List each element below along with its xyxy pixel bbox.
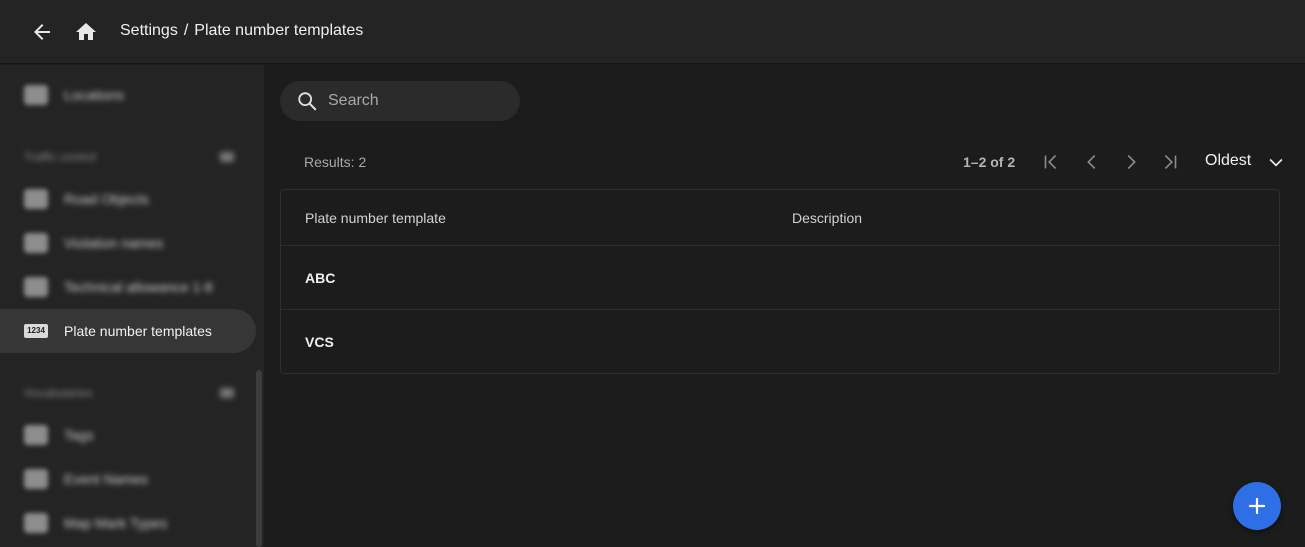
table-row[interactable]: VCS [281, 310, 1279, 374]
pagination-range: 1–2 of 2 [963, 154, 1016, 170]
violation-icon [24, 233, 48, 253]
search-icon [296, 90, 318, 112]
sidebar-item-label: Locations [64, 87, 124, 103]
sidebar-scrollbar[interactable] [256, 370, 262, 547]
sidebar-item-label: Tags [64, 427, 94, 443]
sidebar-item-tags[interactable]: Tags [0, 413, 256, 457]
sidebar-item-map-mark-types[interactable]: Map Mark Types [0, 501, 256, 545]
sidebar: Locations Traffic control Road Objects V… [0, 65, 264, 547]
sidebar-item-technical-allowance[interactable]: Technical allowance 1‑8 [0, 265, 256, 309]
sidebar-item-label: Plate number templates [64, 323, 212, 339]
breadcrumb-separator: / [183, 22, 189, 39]
sidebar-item-violation-names[interactable]: Violation names [0, 221, 256, 265]
sidebar-item-label: Violation names [64, 235, 164, 251]
table-header: Plate number template Description [281, 190, 1279, 246]
column-header-description[interactable]: Description [792, 210, 862, 226]
allowance-icon [24, 277, 48, 297]
sidebar-item-label: Map Mark Types [64, 515, 168, 531]
sidebar-item-plate-number-templates[interactable]: 1234 Plate number templates [0, 309, 256, 353]
chevron-up-icon[interactable] [220, 152, 234, 162]
sidebar-item-label: Event Names [64, 471, 149, 487]
last-page-icon[interactable] [1159, 151, 1181, 173]
event-icon [24, 469, 48, 489]
add-template-button[interactable] [1233, 482, 1281, 530]
templates-table: Plate number template Description ABC VC… [280, 189, 1280, 374]
search-box[interactable] [280, 81, 520, 121]
sidebar-item-road-objects[interactable]: Road Objects [0, 177, 256, 221]
top-bar: Settings / Plate number templates [0, 0, 1305, 64]
sidebar-item-label: Technical allowance 1‑8 [64, 279, 213, 295]
chevron-down-icon[interactable] [1266, 152, 1286, 172]
globe-icon [24, 85, 48, 105]
road-object-icon [24, 189, 48, 209]
sidebar-item-event-names[interactable]: Event Names [0, 457, 256, 501]
home-icon[interactable] [74, 20, 98, 44]
sidebar-section-vocabularies: Vocabularies [24, 386, 93, 400]
plate-icon: 1234 [24, 324, 48, 338]
cell-template: ABC [305, 270, 336, 286]
table-row[interactable]: ABC [281, 246, 1279, 310]
previous-page-icon[interactable] [1081, 151, 1103, 173]
next-page-icon[interactable] [1120, 151, 1142, 173]
sidebar-item-locations[interactable]: Locations [0, 73, 256, 117]
column-header-template[interactable]: Plate number template [305, 210, 446, 226]
arrow-left-icon[interactable] [30, 20, 54, 44]
tag-icon [24, 425, 48, 445]
search-input[interactable] [328, 89, 508, 113]
sidebar-item-label: Road Objects [64, 191, 149, 207]
sort-select[interactable]: Oldest [1205, 152, 1251, 170]
chevron-up-icon[interactable] [220, 388, 234, 398]
sidebar-section-traffic-control: Traffic control [24, 150, 97, 164]
map-mark-icon [24, 513, 48, 533]
plus-icon [1248, 497, 1266, 515]
results-count: Results: 2 [304, 154, 367, 170]
cell-template: VCS [305, 334, 334, 350]
breadcrumb: Settings / Plate number templates [120, 22, 363, 40]
breadcrumb-current: Plate number templates [194, 22, 364, 39]
breadcrumb-settings[interactable]: Settings [120, 22, 178, 39]
first-page-icon[interactable] [1040, 151, 1062, 173]
